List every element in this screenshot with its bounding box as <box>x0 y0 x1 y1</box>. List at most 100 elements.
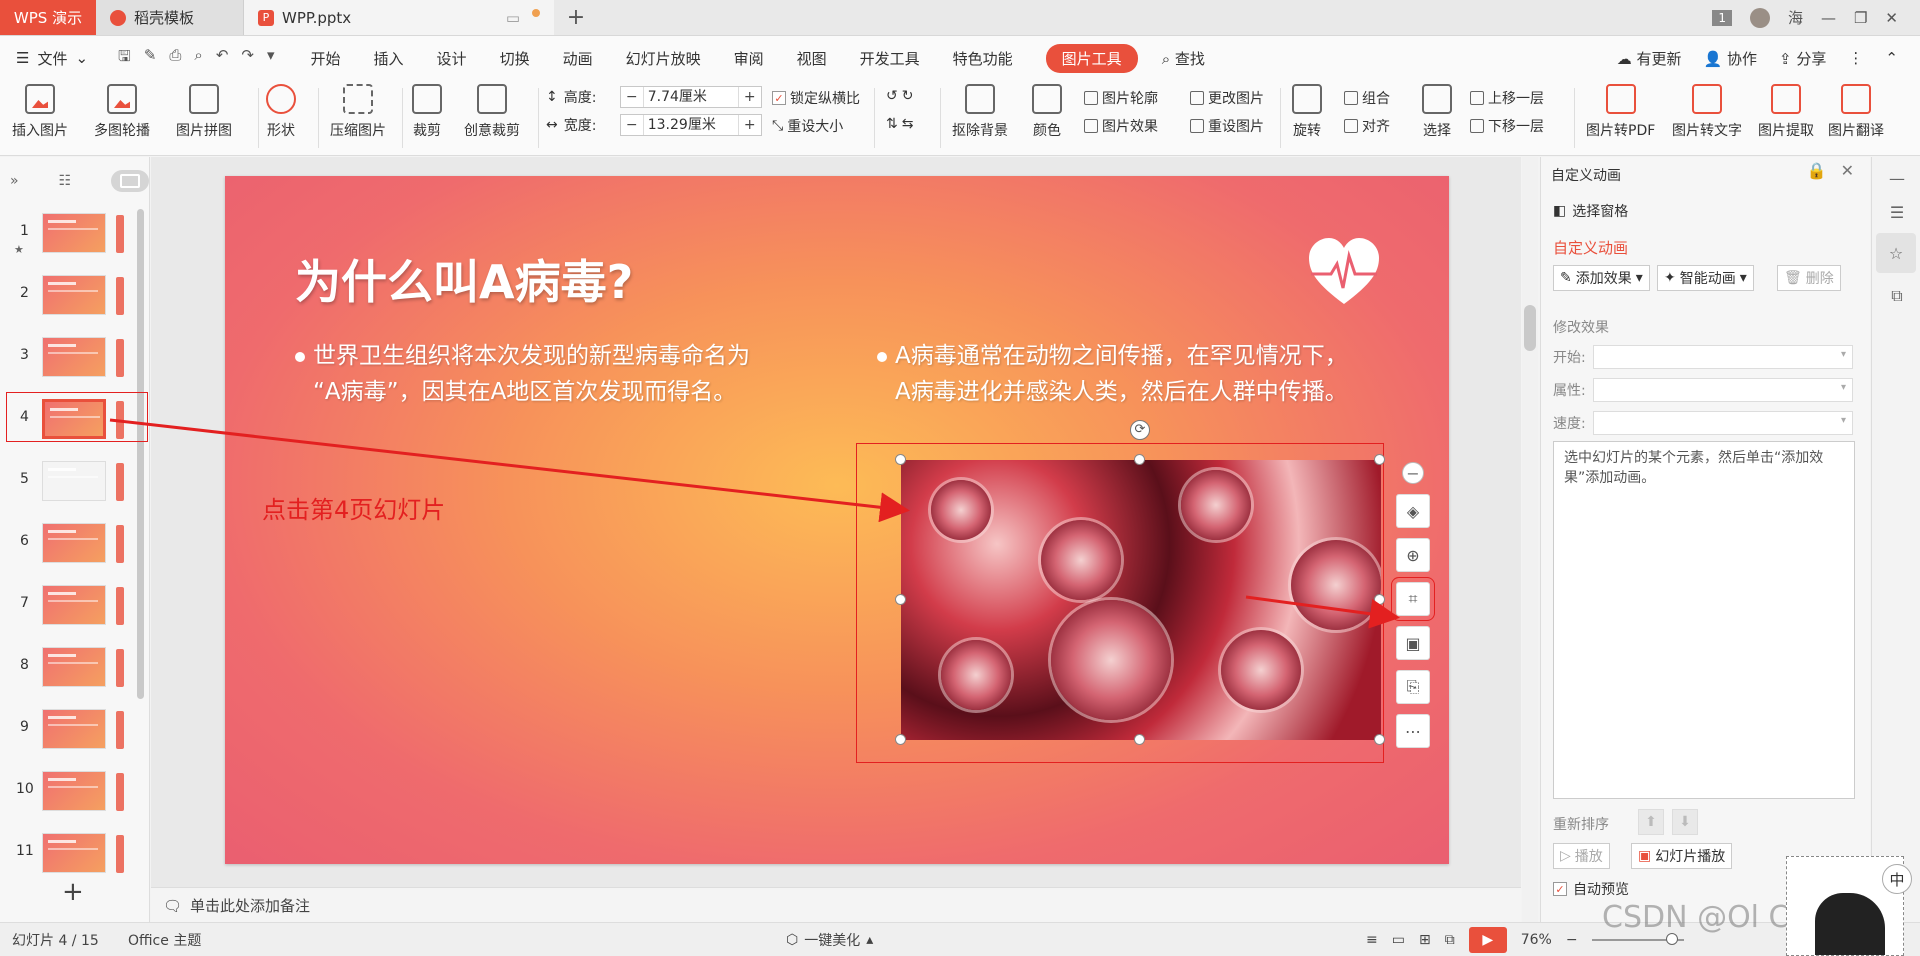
rotate-left-button[interactable]: ↺ ↻ <box>886 88 913 104</box>
picture-collage-button[interactable]: 图片拼图 <box>176 84 232 140</box>
bullet-right[interactable]: A病毒通常在动物之间传播，在罕见情况下， A病毒进化并感染人类，然后在人群中传播… <box>877 338 1348 410</box>
more-icon[interactable]: ⋮ <box>1848 49 1863 67</box>
rotate-button[interactable]: 旋转 <box>1292 84 1322 140</box>
resize-handle-br[interactable] <box>1374 734 1385 745</box>
menu-home[interactable]: 开始 <box>311 48 341 69</box>
pane-title[interactable]: 自定义动画 <box>1551 165 1621 185</box>
compress-picture-button[interactable]: 压缩图片 <box>330 84 386 140</box>
height-increment[interactable]: + <box>739 89 761 105</box>
grid-view-icon[interactable]: ⊞ <box>1419 932 1431 948</box>
page-badge[interactable]: 1 <box>1712 9 1732 26</box>
print-preview-icon[interactable]: ⌕ <box>194 46 202 71</box>
slide-thumb-1[interactable]: 1 ★ <box>0 209 150 265</box>
app-tab-wps[interactable]: WPS 演示 <box>0 0 96 35</box>
normal-view-icon[interactable]: ▭ <box>1392 932 1405 948</box>
settings-sliders-icon[interactable]: ☰ <box>1882 197 1912 227</box>
height-decrement[interactable]: − <box>621 89 643 105</box>
restore-icon[interactable]: ❐ <box>1854 9 1867 27</box>
outline-view-icon[interactable]: ☷ <box>59 173 72 189</box>
picture-to-text-button[interactable]: 图片转文字 <box>1672 84 1742 140</box>
reading-view-icon[interactable]: ⧉ <box>1445 932 1455 948</box>
bullet-left[interactable]: 世界卫生组织将本次发现的新型病毒命名为 “A病毒”，因其在A地区首次发现而得名。 <box>295 338 750 410</box>
group-button[interactable]: 组合 <box>1344 88 1390 108</box>
collapse-toolbar-icon[interactable]: − <box>1402 462 1424 484</box>
menu-view[interactable]: 视图 <box>797 48 827 69</box>
notes-toggle-icon[interactable]: ≡ <box>1366 932 1378 948</box>
add-effect-button[interactable]: ✎ 添加效果 ▾ <box>1553 265 1650 291</box>
slide-thumb-6[interactable]: 6 <box>0 519 150 575</box>
resize-handle-tr[interactable] <box>1374 454 1385 465</box>
expand-panel-icon[interactable]: » <box>10 173 19 189</box>
collaborate-button[interactable]: 👤 协作 <box>1704 48 1757 69</box>
more-icon[interactable]: ⋯ <box>1396 714 1430 748</box>
resize-handle-l[interactable] <box>895 594 906 605</box>
customize-icon[interactable]: ▾ <box>267 46 275 71</box>
slide-thumb-2[interactable]: 2 <box>0 271 150 327</box>
width-field[interactable]: 13.29厘米 <box>642 115 739 135</box>
animation-star-icon[interactable]: ☆ <box>1876 233 1916 273</box>
resize-handle-t[interactable] <box>1134 454 1145 465</box>
resize-handle-bl[interactable] <box>895 734 906 745</box>
close-icon[interactable]: ✕ <box>1841 161 1854 180</box>
menu-insert[interactable]: 插入 <box>374 48 404 69</box>
save-icon[interactable]: 🖫 <box>118 46 131 71</box>
reset-picture-button[interactable]: 重设图片 <box>1190 116 1264 136</box>
undo-icon[interactable]: ↶ <box>216 46 229 71</box>
reset-size-button[interactable]: ⤡ 重设大小 <box>772 116 843 136</box>
menu-developer[interactable]: 开发工具 <box>860 48 920 69</box>
slide-thumb-5[interactable]: 5 <box>0 457 150 513</box>
slide-thumb-9[interactable]: 9 <box>0 705 150 761</box>
zoom-level[interactable]: 76% <box>1521 932 1552 948</box>
auto-preview-checkbox[interactable]: ✓ 自动预览 <box>1553 879 1629 899</box>
share-button[interactable]: ⇪ 分享 <box>1779 48 1826 69</box>
speed-select[interactable] <box>1593 411 1853 435</box>
width-increment[interactable]: + <box>739 117 761 133</box>
tab-picture-tools[interactable]: 图片工具 <box>1045 43 1138 73</box>
insert-picture-button[interactable]: 插入图片 <box>12 84 68 140</box>
picture-outline-button[interactable]: 图片轮廓 <box>1084 88 1158 108</box>
menu-animations[interactable]: 动画 <box>563 48 593 69</box>
ime-indicator[interactable]: 中 <box>1882 864 1912 894</box>
width-stepper[interactable]: − 13.29厘米 + <box>619 114 762 136</box>
bring-forward-button[interactable]: 上移一层 <box>1470 88 1544 108</box>
move-down-icon[interactable]: ⬇ <box>1672 809 1698 835</box>
resize-handle-r[interactable] <box>1374 594 1385 605</box>
canvas-scrollbar[interactable] <box>1522 157 1538 922</box>
picture-extract-button[interactable]: 图片提取 <box>1758 84 1814 140</box>
zoom-in-icon[interactable]: ⊕ <box>1396 538 1430 572</box>
monitor-icon[interactable]: ▭ <box>506 9 520 27</box>
search-button[interactable]: ⌕ 查找 <box>1162 48 1205 69</box>
virus-picture[interactable] <box>901 460 1381 740</box>
menu-special[interactable]: 特色功能 <box>953 48 1013 69</box>
color-button[interactable]: 颜色 <box>1032 84 1062 140</box>
menu-transitions[interactable]: 切换 <box>500 48 530 69</box>
collapse-icon[interactable]: — <box>1882 163 1912 193</box>
move-up-icon[interactable]: ⬆ <box>1638 809 1664 835</box>
play-slideshow-button[interactable]: ▶ <box>1468 926 1507 953</box>
select-button[interactable]: 选择 <box>1422 84 1452 140</box>
slide-thumb-10[interactable]: 10 <box>0 767 150 823</box>
send-backward-button[interactable]: 下移一层 <box>1470 116 1544 136</box>
picture-effect-button[interactable]: 图片效果 <box>1084 116 1158 136</box>
picture-effect-icon[interactable]: ▣ <box>1396 626 1430 660</box>
width-decrement[interactable]: − <box>621 117 643 133</box>
add-slide-button[interactable]: + <box>62 877 84 907</box>
format-painter-icon[interactable]: ✎ <box>144 46 157 71</box>
smart-animation-button[interactable]: ✦ 智能动画 ▾ <box>1657 265 1754 291</box>
new-tab-button[interactable]: + <box>554 0 598 35</box>
tab-wpp-pptx[interactable]: P WPP.pptx ▭ <box>244 0 554 35</box>
zoom-out-icon[interactable]: − <box>1566 932 1578 948</box>
file-menu[interactable]: ☰ 文件 ⌄ <box>16 48 88 69</box>
resize-handle-b[interactable] <box>1134 734 1145 745</box>
animation-list[interactable]: 选中幻灯片的某个元素，然后单击“添加效果”添加动画。 <box>1553 441 1855 799</box>
start-select[interactable] <box>1593 345 1853 369</box>
multi-carousel-button[interactable]: 多图轮播 <box>94 84 150 140</box>
update-button[interactable]: ☁ 有更新 <box>1617 48 1682 69</box>
pin-icon[interactable]: 🔒 <box>1807 161 1827 180</box>
resize-handle-tl[interactable] <box>895 454 906 465</box>
tab-docer-templates[interactable]: 稻壳模板 <box>96 0 244 35</box>
crop-icon[interactable]: ⌗ <box>1391 577 1435 621</box>
redo-icon[interactable]: ↷ <box>241 46 254 71</box>
thumbnail-view-toggle[interactable] <box>111 170 149 192</box>
slideshow-play-button[interactable]: ▣ 幻灯片播放 <box>1631 843 1733 869</box>
